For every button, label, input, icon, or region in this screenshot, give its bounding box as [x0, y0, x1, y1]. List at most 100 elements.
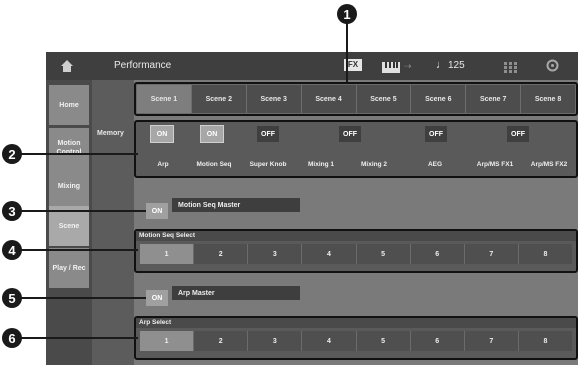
select-label: 3 — [272, 250, 277, 258]
select-label: 4 — [326, 337, 331, 345]
select-label: 8 — [543, 250, 548, 258]
tempo-symbol: ♩ — [436, 59, 447, 71]
motion-seq-master-label: Motion Seq Master — [172, 198, 300, 212]
memory-label: Memory — [97, 130, 124, 137]
tab-scene-5[interactable]: Scene 5 — [356, 85, 412, 113]
tempo-value[interactable]: 125 — [448, 60, 465, 71]
callout-4: 4 — [2, 240, 22, 260]
arp-select-button[interactable]: 7 — [464, 331, 519, 351]
callout-line-5 — [20, 297, 146, 299]
switch-label: ON — [151, 207, 163, 215]
sidebar-item-home[interactable]: Home — [49, 85, 89, 125]
motion-seq-memory-switch[interactable]: ON — [200, 125, 224, 143]
tab-label: Scene 5 — [370, 95, 397, 103]
tab-label: Scene 6 — [425, 95, 452, 103]
settings-icon[interactable] — [546, 59, 559, 72]
select-label: 5 — [381, 337, 386, 345]
tab-scene-4[interactable]: Scene 4 — [301, 85, 357, 113]
tab-scene-2[interactable]: Scene 2 — [191, 85, 247, 113]
aeg-memory-switch[interactable]: OFF — [424, 125, 448, 143]
arp-select-button[interactable]: 8 — [518, 331, 572, 351]
tab-scene-3[interactable]: Scene 3 — [246, 85, 302, 113]
select-label: 2 — [218, 250, 223, 258]
motion-seq-master-switch[interactable]: ON — [146, 203, 168, 219]
select-label: 1 — [164, 337, 169, 345]
memory-panel — [92, 80, 134, 365]
tab-scene-7[interactable]: Scene 7 — [466, 85, 522, 113]
motion-seq-select-button[interactable]: 4 — [302, 244, 357, 264]
tab-label: Scene 7 — [479, 95, 507, 103]
arp-master-label: Arp Master — [172, 286, 300, 300]
switch-label: OFF — [429, 130, 443, 138]
arp-select-button[interactable]: 1 — [140, 331, 195, 351]
switch-label: ON — [156, 130, 168, 138]
select-label: 1 — [164, 250, 169, 258]
motion-seq-select: Motion Seq Select 1 2 3 4 5 6 7 8 — [134, 229, 578, 273]
select-label: 8 — [543, 337, 548, 345]
top-bar: Performance FX ⇢ ♩ 125 — [46, 52, 578, 80]
arp-select-button[interactable]: 5 — [356, 331, 411, 351]
memory-label-aeg: AEG — [427, 160, 443, 168]
arp-memory-switch[interactable]: ON — [150, 125, 174, 143]
tab-label: Scene 8 — [534, 95, 562, 103]
callout-2: 2 — [2, 144, 22, 164]
arp-select: Arp Select 1 2 3 4 5 6 7 8 — [134, 316, 578, 360]
home-icon[interactable] — [60, 59, 74, 73]
sidebar-item-play-rec[interactable]: Play / Rec — [49, 248, 89, 288]
super-knob-memory-switch[interactable]: OFF — [256, 125, 280, 143]
sidebar-item-mixing[interactable]: Mixing — [49, 166, 89, 206]
sidebar-item-label: Play / Rec — [52, 264, 86, 272]
tab-scene-1[interactable]: Scene 1 — [137, 85, 192, 113]
callout-line-4 — [20, 249, 138, 251]
tab-scene-8[interactable]: Scene 8 — [521, 85, 575, 113]
select-label: 7 — [489, 250, 494, 258]
sidebar-item-label: Mixing — [57, 182, 81, 190]
arp-select-button[interactable]: 2 — [194, 331, 249, 351]
motion-seq-select-button[interactable]: 8 — [518, 244, 572, 264]
memory-label-arp-ms-fx2: Arp/MS FX2 — [530, 160, 568, 168]
usb-icon: ⇢ — [404, 61, 412, 71]
motion-seq-select-button[interactable]: 5 — [356, 244, 411, 264]
scene-tabs: Scene 1 Scene 2 Scene 3 Scene 4 Scene 5 … — [134, 82, 578, 116]
tab-label: Scene 3 — [260, 95, 287, 103]
arp-ms-fx-memory-switch[interactable]: OFF — [506, 125, 530, 143]
switch-label: OFF — [343, 130, 357, 138]
select-label: 6 — [435, 337, 440, 345]
memory-label-arp-ms-fx1: Arp/MS FX1 — [476, 160, 514, 168]
motion-seq-select-button[interactable]: 7 — [464, 244, 519, 264]
motion-seq-select-button[interactable]: 6 — [410, 244, 465, 264]
switch-label: OFF — [511, 130, 525, 138]
tab-label: Scene 4 — [315, 95, 342, 103]
memory-label-mixing-2: Mixing 2 — [360, 160, 387, 168]
select-label: 7 — [489, 337, 494, 345]
motion-seq-select-button[interactable]: 3 — [248, 244, 303, 264]
callout-1: 1 — [337, 4, 357, 24]
select-label: 5 — [381, 250, 386, 258]
memory-label-arp: Arp — [157, 160, 169, 168]
tab-scene-6[interactable]: Scene 6 — [411, 85, 467, 113]
arp-select-button[interactable]: 4 — [302, 331, 357, 351]
grid-icon[interactable] — [504, 60, 518, 73]
select-label: 6 — [435, 250, 440, 258]
callout-line-2 — [20, 153, 138, 155]
memory-label-super-knob: Super Knob — [249, 160, 287, 168]
callout-line-1 — [346, 22, 348, 82]
sidebar-item-motion-control[interactable]: Motion Control — [49, 128, 89, 168]
callout-line-3 — [20, 210, 146, 212]
motion-seq-select-button[interactable]: 1 — [140, 244, 195, 264]
sidebar-item-label: Scene — [58, 222, 80, 230]
switch-label: ON — [206, 130, 218, 138]
memory-label-mixing-1: Mixing 1 — [307, 160, 334, 168]
keyboard-icon — [382, 60, 400, 73]
motion-seq-select-title: Motion Seq Select — [136, 231, 576, 241]
motion-seq-select-button[interactable]: 2 — [194, 244, 249, 264]
callout-6: 6 — [2, 328, 22, 348]
arp-select-button[interactable]: 3 — [248, 331, 303, 351]
select-label: 4 — [326, 250, 331, 258]
select-label: 3 — [272, 337, 277, 345]
switch-label: OFF — [261, 130, 275, 138]
mixing-memory-switch[interactable]: OFF — [338, 125, 362, 143]
sidebar-item-scene[interactable]: Scene — [49, 206, 89, 246]
arp-master-switch[interactable]: ON — [146, 290, 168, 306]
arp-select-button[interactable]: 6 — [410, 331, 465, 351]
